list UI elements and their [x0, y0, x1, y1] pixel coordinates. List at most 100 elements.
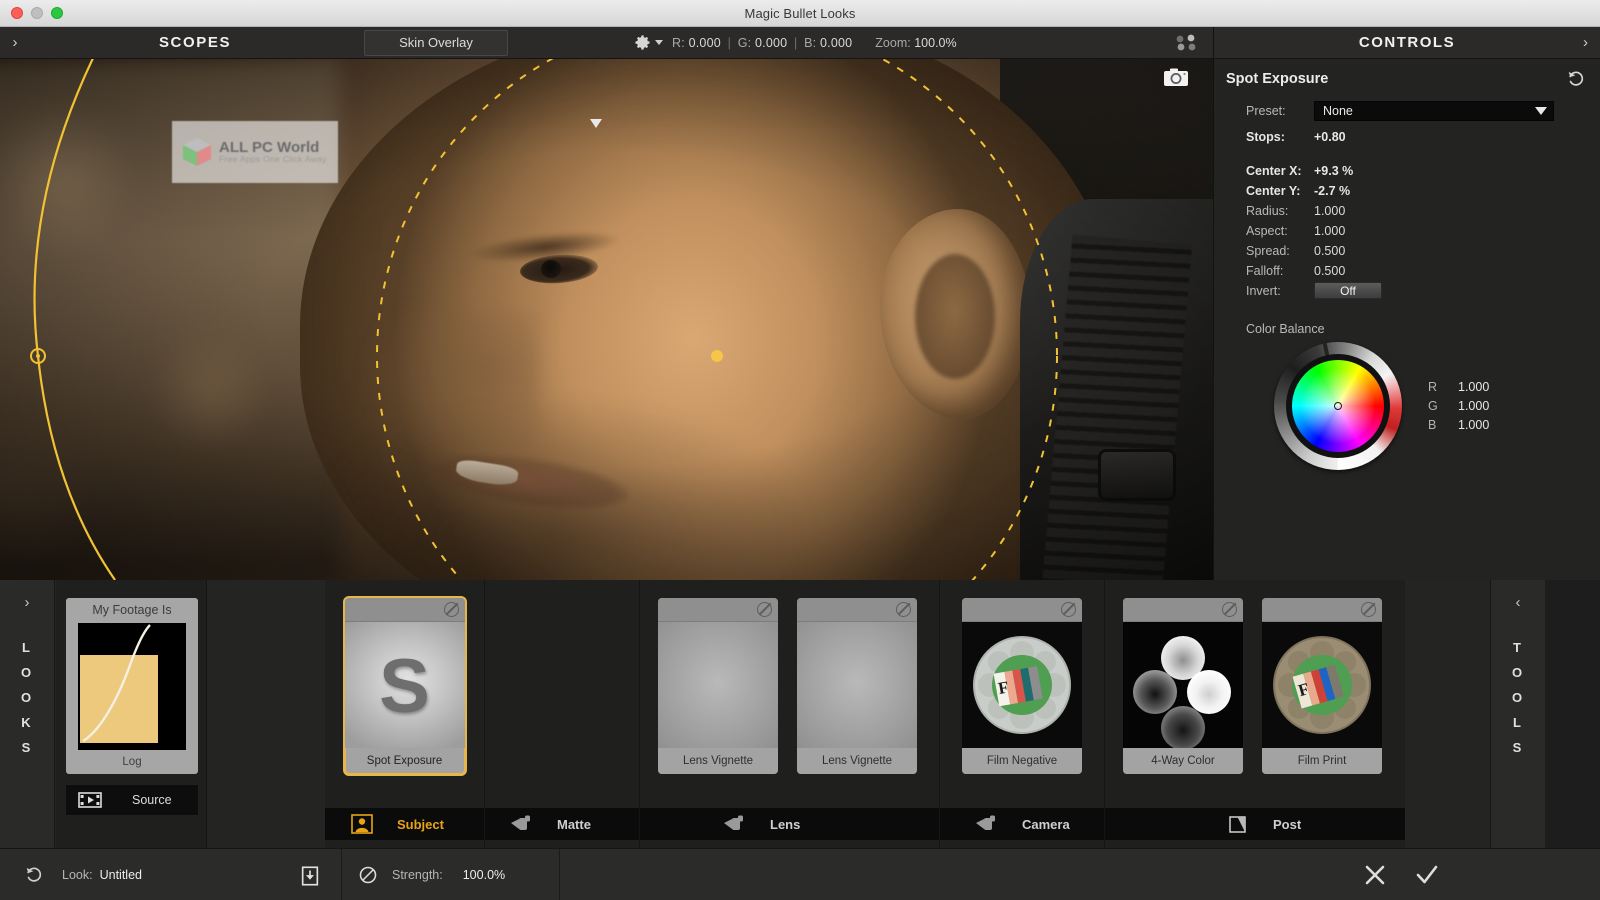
card-film-negative[interactable]: F Film Negative — [962, 598, 1082, 774]
looks-stage: S Spot Exposure Subject Matte Lens Vigne… — [207, 580, 1490, 848]
card-header — [1123, 598, 1243, 622]
param-row[interactable]: Aspect: 1.000 — [1246, 221, 1600, 240]
param-row[interactable]: Center X: +9.3 % — [1246, 161, 1600, 180]
invert-label: Invert: — [1246, 283, 1281, 298]
settings-menu-button[interactable] — [634, 34, 663, 51]
falloff-label: Falloff: — [1246, 263, 1284, 278]
card-label: Lens Vignette — [658, 748, 778, 774]
card-lens-vignette[interactable]: Lens Vignette — [797, 598, 917, 774]
rgb-row[interactable]: B 1.000 — [1428, 416, 1489, 435]
category-label-post: Post — [1273, 816, 1302, 832]
param-row[interactable]: Spread: 0.500 — [1246, 241, 1600, 260]
disable-icon[interactable] — [358, 865, 378, 885]
zoom-value: 100.0% — [914, 35, 957, 50]
looks-rail: › LOOKS — [0, 580, 55, 848]
b-channel-value: 1.000 — [1458, 418, 1490, 432]
window-title-bar: Magic Bullet Looks — [0, 0, 1600, 27]
invert-row: Invert: Off — [1246, 281, 1600, 300]
r-key: R: — [672, 35, 685, 50]
radius-label: Radius: — [1246, 203, 1289, 218]
strength-label: Strength: — [392, 867, 443, 882]
category-label-matte: Matte — [557, 816, 591, 832]
group-matte: Matte — [485, 580, 640, 848]
skin-overlay-button[interactable]: Skin Overlay — [364, 29, 508, 56]
status-actions — [1362, 862, 1440, 888]
chevron-down-icon — [655, 40, 663, 45]
param-row[interactable]: Radius: 1.000 — [1246, 201, 1600, 220]
matte-cards — [485, 580, 639, 808]
matte-icon — [511, 815, 530, 830]
disable-icon[interactable] — [1222, 602, 1237, 617]
rgb-row[interactable]: R 1.000 — [1428, 378, 1489, 397]
effect-title: Spot Exposure — [1226, 71, 1329, 87]
preset-label: Preset: — [1246, 104, 1286, 118]
stops-label: Stops: — [1246, 129, 1285, 144]
save-icon[interactable] — [299, 865, 321, 887]
color-balance-values: R 1.000 G 1.000 B 1.000 — [1428, 378, 1489, 435]
readout-separator-1: | — [727, 35, 732, 50]
card-spot-exposure[interactable]: S Spot Exposure — [342, 596, 467, 776]
category-label-camera: Camera — [1022, 816, 1070, 832]
r-channel-value: 1.000 — [1458, 380, 1490, 394]
category-label-subject: Subject — [397, 816, 444, 832]
watermark-title: ALL PC World — [219, 138, 320, 156]
source-button[interactable]: Source — [66, 785, 198, 815]
invert-toggle-button[interactable]: Off — [1314, 282, 1382, 299]
check-icon[interactable] — [1414, 862, 1440, 888]
effect-header: Spot Exposure — [1214, 59, 1600, 95]
radius-value: 1.000 — [1314, 203, 1346, 218]
card-label: Film Print — [1262, 748, 1382, 774]
tools-collapse-chevron-icon[interactable]: ‹ — [1491, 594, 1545, 611]
card-label: 4-Way Color — [1123, 748, 1243, 774]
center-x-value: +9.3 % — [1314, 163, 1354, 178]
card-lens-vignette[interactable]: Lens Vignette — [658, 598, 778, 774]
card-thumbnail — [797, 622, 917, 748]
rgb-row[interactable]: G 1.000 — [1428, 397, 1489, 416]
preset-dropdown[interactable]: None — [1314, 101, 1554, 121]
stops-value: +0.80 — [1314, 129, 1346, 144]
g-key: G: — [737, 35, 752, 50]
card-header — [797, 598, 917, 622]
preview-viewport[interactable]: ALL PC World Free Apps One Click Away — [0, 59, 1213, 580]
param-row[interactable]: Falloff: 0.500 — [1246, 261, 1600, 280]
reset-icon[interactable] — [1566, 69, 1586, 89]
footage-card-title: My Footage Is — [92, 603, 172, 618]
category-bar-subject[interactable]: Subject — [325, 808, 484, 840]
lens-cards: Lens Vignette Lens Vignette — [640, 580, 939, 808]
stops-row[interactable]: Stops: +0.80 — [1246, 127, 1600, 146]
category-bar-camera[interactable]: Camera — [940, 808, 1104, 840]
disable-icon[interactable] — [443, 602, 459, 617]
card-header — [658, 598, 778, 622]
aspect-label: Aspect: — [1246, 223, 1288, 238]
camera-icon[interactable] — [1163, 67, 1189, 87]
looks-rail-label: LOOKS — [20, 640, 34, 755]
controls-collapse-chevron-icon[interactable]: › — [1583, 34, 1588, 51]
strength-section[interactable]: Strength: 100.0% — [342, 848, 560, 900]
close-icon[interactable] — [1362, 862, 1388, 888]
skin-overlay-label: Skin Overlay — [399, 35, 473, 50]
scopes-expand-chevron-icon[interactable]: › — [0, 34, 30, 51]
category-bar-matte[interactable]: Matte — [485, 808, 639, 840]
card-4-way-color[interactable]: 4-Way Color — [1123, 598, 1243, 774]
camera-cards: F Film Negative — [940, 580, 1104, 808]
category-label-lens: Lens — [770, 816, 801, 832]
disable-icon[interactable] — [1061, 602, 1076, 617]
my-footage-is-card[interactable]: My Footage Is Log — [66, 598, 198, 774]
disable-icon[interactable] — [896, 602, 911, 617]
layout-dots-icon[interactable] — [1173, 34, 1199, 52]
look-name-section[interactable]: Look: Untitled — [0, 848, 342, 900]
color-balance-wheel[interactable] — [1274, 342, 1402, 470]
disable-icon[interactable] — [757, 602, 772, 617]
card-film-print[interactable]: F Film Print — [1262, 598, 1382, 774]
card-thumbnail: F — [1262, 622, 1382, 748]
zoom-key: Zoom: — [875, 35, 911, 50]
color-wheel-handle[interactable] — [1334, 402, 1342, 410]
category-bar-post[interactable]: Post — [1105, 808, 1405, 840]
param-row[interactable]: Center Y: -2.7 % — [1246, 181, 1600, 200]
chevron-down-icon — [1535, 107, 1547, 115]
looks-expand-chevron-icon[interactable]: › — [0, 594, 54, 611]
spread-label: Spread: — [1246, 243, 1290, 258]
tools-rail-label: TOOLS — [1511, 640, 1525, 755]
category-bar-lens[interactable]: Lens — [640, 808, 939, 840]
disable-icon[interactable] — [1361, 602, 1376, 617]
